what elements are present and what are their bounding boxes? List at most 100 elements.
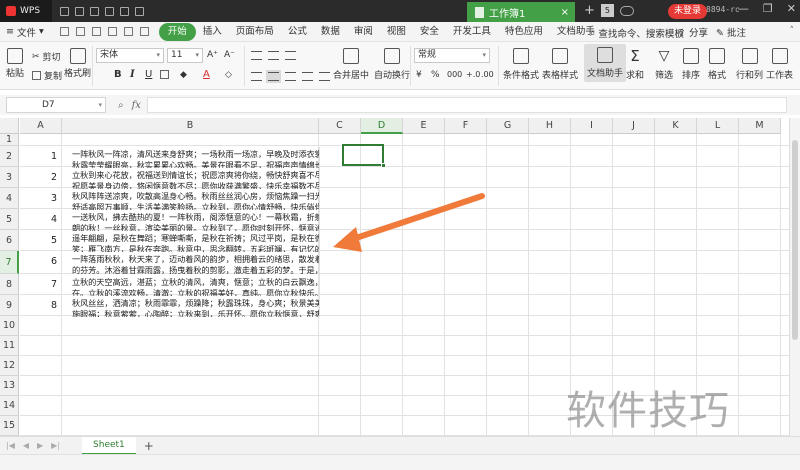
print-preview-icon[interactable] — [105, 6, 114, 16]
sort-button[interactable]: 排序 — [682, 48, 700, 81]
maximize-button[interactable]: ❐ — [763, 2, 773, 15]
row-header-12[interactable]: 12 — [0, 356, 19, 376]
menu-tab-6[interactable]: 视图 — [380, 23, 413, 41]
select-all-corner[interactable] — [0, 118, 19, 134]
font-size-dropdown[interactable]: 11 ▾ — [167, 48, 203, 63]
cell-a5[interactable]: 4 — [37, 214, 57, 225]
column-header-g[interactable]: G — [487, 118, 529, 134]
quick-redo-icon[interactable] — [139, 27, 149, 36]
align-center-icon[interactable] — [266, 70, 281, 83]
fill-handle[interactable] — [381, 163, 386, 168]
font-name-dropdown[interactable]: 宋体 ▾ — [96, 48, 164, 63]
currency-icon[interactable]: ¥ — [416, 70, 422, 80]
format-button[interactable]: 格式 — [708, 48, 726, 81]
app-menu-icon[interactable] — [60, 6, 69, 16]
grow-font-icon[interactable]: A⁺ — [207, 50, 218, 60]
filter-button[interactable]: ▽ 筛选 — [655, 48, 673, 81]
redo-icon[interactable] — [135, 6, 144, 16]
row-header-8[interactable]: 8 — [0, 274, 19, 295]
align-middle-icon[interactable] — [268, 51, 279, 60]
table-style-button[interactable]: 表格样式 — [542, 48, 578, 81]
scrollbar-thumb[interactable] — [792, 140, 798, 340]
cloud-icon[interactable] — [619, 5, 634, 16]
add-sheet-button[interactable]: + — [144, 439, 154, 453]
bold-button[interactable]: B — [114, 69, 122, 80]
menu-tab-1[interactable]: 插入 — [196, 23, 229, 41]
format-painter-button[interactable]: 格式刷 — [64, 48, 91, 79]
column-header-c[interactable]: C — [319, 118, 361, 134]
clear-format-icon[interactable]: ◇ — [225, 70, 232, 80]
menu-tab-9[interactable]: 特色应用 — [498, 23, 550, 41]
cell-b5[interactable]: 一送秋风，拂去酷热的夏！一阵秋雨，阁添惬意的心！一幕秋霜，折射爽 朗的秋！一丝秋意… — [62, 210, 319, 231]
menu-tab-5[interactable]: 审阅 — [347, 23, 380, 41]
first-sheet-icon[interactable]: |◀ — [6, 441, 15, 450]
row-header-6[interactable]: 6 — [0, 230, 19, 251]
cell-b9[interactable]: 秋风丝丝，洒清凉；秋雨霏霏，烦躁降；秋露珠珠，身心爽；秋景美美， 施眼福；秋意萦萦… — [62, 296, 319, 317]
thousands-separator-icon[interactable]: 000 — [447, 70, 462, 79]
column-header-k[interactable]: K — [655, 118, 697, 134]
menu-tab-4[interactable]: 数据 — [314, 23, 347, 41]
column-header-j[interactable]: J — [613, 118, 655, 134]
copy-button[interactable]: 复制 — [32, 69, 62, 82]
wps-home-tab[interactable]: WPS — [0, 0, 52, 22]
quick-print-icon[interactable] — [91, 27, 101, 36]
menu-tab-7[interactable]: 安全 — [413, 23, 446, 41]
document-helper-button[interactable]: 文档助手 — [584, 44, 627, 82]
row-col-button[interactable]: 行和列 — [736, 48, 763, 81]
decrease-decimal-icon[interactable]: .00 — [481, 70, 494, 79]
cell-b4[interactable]: 秋风阵阵送凉爽，吹散高温身心畅。秋雨丝丝润心房，烦恼焦躁一扫光。 舒适高照万事顺，… — [62, 189, 319, 210]
column-header-d[interactable]: D — [361, 118, 403, 134]
align-bottom-icon[interactable] — [285, 51, 296, 60]
formula-input[interactable] — [146, 97, 787, 113]
align-top-icon[interactable] — [251, 51, 262, 60]
tab-count-badge[interactable]: 5 — [600, 4, 614, 17]
menu-tab-2[interactable]: 页面布局 — [229, 23, 281, 41]
chevron-up-icon[interactable]: ˄ — [790, 26, 795, 36]
percent-icon[interactable]: % — [431, 70, 440, 80]
name-box[interactable]: D7 ▾ — [6, 97, 106, 113]
file-menu[interactable]: ≡ 文件 ▾ — [0, 25, 50, 39]
minimize-button[interactable]: — — [738, 2, 749, 15]
merge-center-button[interactable]: 合并居中 — [333, 48, 369, 81]
align-left-icon[interactable] — [251, 72, 262, 81]
column-header-m[interactable]: M — [739, 118, 781, 134]
cell-a8[interactable]: 7 — [37, 279, 57, 290]
cell-a4[interactable]: 3 — [37, 193, 57, 204]
cell-b7[interactable]: 一阵落雨秋秋，秋天来了，迈动着风的韵步，相拥着云的绪思，散发着萌 的芬芳。沐浴着甘… — [62, 252, 319, 275]
comment-button[interactable]: ✎ 批注 — [716, 25, 746, 39]
row-header-1[interactable]: 1 — [0, 134, 19, 146]
row-header-2[interactable]: 2 — [0, 146, 19, 167]
row-header-9[interactable]: 9 — [0, 295, 19, 316]
login-button[interactable]: 未登录 — [668, 4, 708, 19]
number-format-dropdown[interactable]: 常规 ▾ — [414, 48, 490, 63]
conditional-format-button[interactable]: 条件格式 — [503, 48, 539, 81]
quick-undo-icon[interactable] — [123, 27, 133, 36]
paste-button[interactable]: 粘贴 — [6, 48, 24, 79]
cell-a7[interactable]: 6 — [37, 256, 57, 267]
align-right-icon[interactable] — [285, 72, 296, 81]
cell-a9[interactable]: 8 — [37, 300, 57, 311]
print-icon[interactable] — [90, 6, 99, 16]
undo-icon[interactable] — [120, 6, 129, 16]
document-tab[interactable]: 工作簿1 × — [467, 2, 575, 22]
border-icon[interactable] — [160, 70, 169, 79]
row-header-13[interactable]: 13 — [0, 376, 19, 396]
sum-button[interactable]: Σ 求和 — [626, 48, 644, 81]
justify-icon[interactable] — [302, 72, 313, 81]
distributed-icon[interactable] — [319, 72, 330, 81]
close-tab-icon[interactable]: × — [561, 7, 569, 18]
quick-preview-icon[interactable] — [107, 27, 117, 36]
quick-save-icon[interactable] — [59, 27, 69, 36]
menu-tab-3[interactable]: 公式 — [281, 23, 314, 41]
new-tab-button[interactable]: + — [584, 3, 595, 18]
next-sheet-icon[interactable]: ▶ — [37, 441, 43, 450]
cell-a2[interactable]: 1 — [37, 151, 57, 162]
cut-button[interactable]: ✂ 剪切 — [32, 50, 61, 64]
cell-a3[interactable]: 2 — [37, 172, 57, 183]
cell-a6[interactable]: 5 — [37, 235, 57, 246]
italic-button[interactable]: I — [130, 69, 135, 80]
row-header-10[interactable]: 10 — [0, 316, 19, 336]
column-header-e[interactable]: E — [403, 118, 445, 134]
menu-tab-0[interactable]: 开始 — [158, 22, 196, 41]
row-header-14[interactable]: 14 — [0, 396, 19, 416]
